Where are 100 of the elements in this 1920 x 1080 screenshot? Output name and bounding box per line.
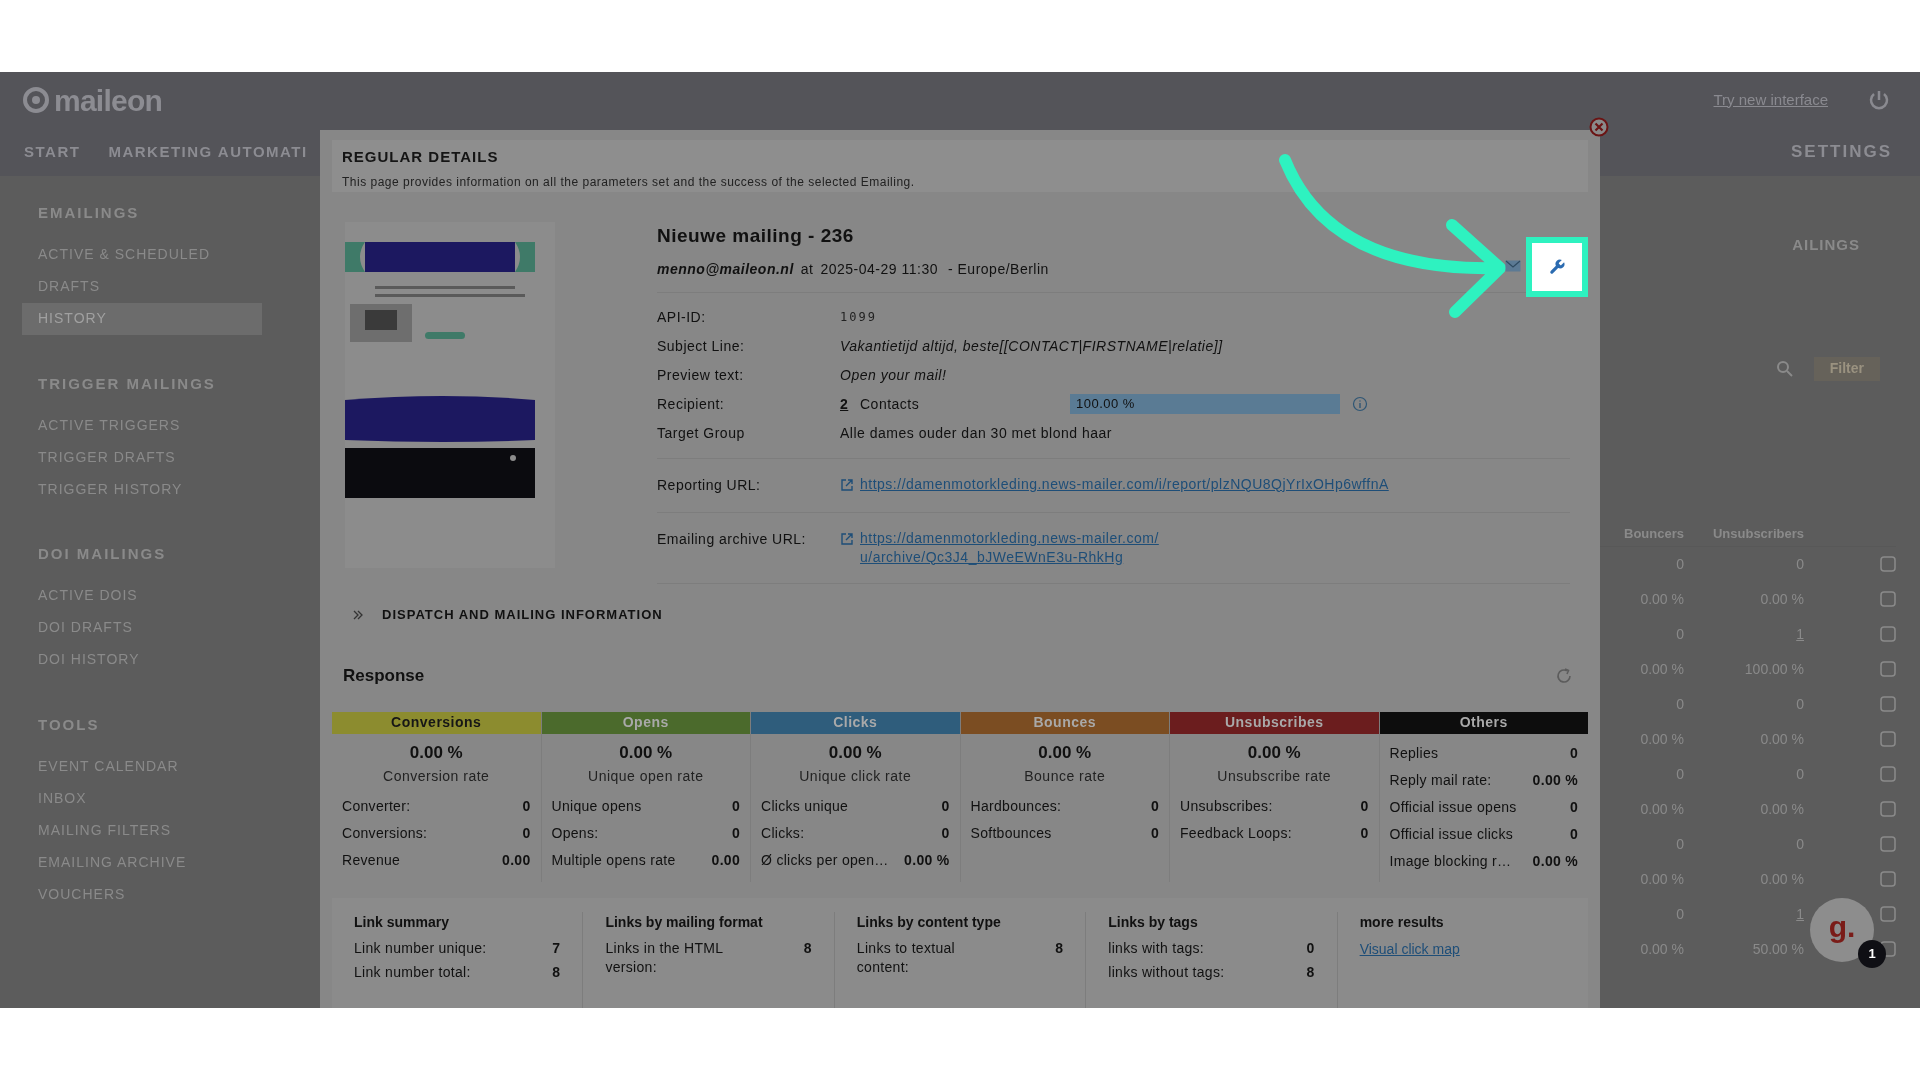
links-heading: Links by tags (1108, 912, 1199, 932)
stat-label: Multiple opens rate (551, 851, 676, 870)
stat-value: 0 (731, 824, 740, 843)
chat-logo: g. (1828, 908, 1856, 945)
detail-label: Recipient: (657, 394, 726, 414)
stat-value: 0 (1569, 824, 1578, 844)
stat-value: 0 (1150, 797, 1159, 816)
stat-label: Softbounces (970, 824, 1052, 843)
links-label: Link number unique: (354, 938, 487, 958)
stat-label: Converter: (342, 797, 411, 816)
response-heading: Response (343, 664, 425, 687)
links-value: 8 (1306, 962, 1315, 982)
stat-label: Conversions: (342, 824, 428, 843)
stat-category-header: Bounces (960, 711, 1169, 734)
stat-value: 0 (731, 797, 740, 816)
links-heading: Links by mailing format (605, 912, 764, 932)
stat-category-header: Unsubscribes (1170, 711, 1379, 734)
stat-label: Unique opens (551, 797, 642, 816)
stat-category-header: Clicks (751, 711, 960, 734)
links-value: 8 (803, 938, 812, 958)
progress-reading: 100.00 % (1076, 395, 1135, 414)
detail-value: Open your mail! (840, 365, 947, 385)
stat-rate-label: Unsubscribe rate (1217, 767, 1332, 786)
recipient-unit: Contacts (860, 394, 921, 414)
links-label: Links to textual content: (856, 938, 956, 977)
stat-category-header: Others (1379, 711, 1588, 734)
stat-rate: 0.00 % (1038, 741, 1092, 764)
stat-value: 0 (522, 824, 531, 843)
notification-badge: 1 (1858, 940, 1886, 968)
stat-label: Clicks unique (761, 797, 849, 816)
dialog-title: REGULAR DETAILS (342, 147, 500, 167)
stat-label: Hardbounces: (970, 797, 1062, 816)
links-heading: more results (1359, 912, 1445, 932)
stat-category-header: Opens (541, 711, 750, 734)
stat-value: 0.00 % (1532, 770, 1578, 790)
timezone: - Europe/Berlin (947, 259, 1049, 279)
nav-tab[interactable]: START (24, 140, 81, 164)
detail-label: Preview text: (657, 365, 745, 385)
links-value: 8 (552, 962, 561, 982)
stat-rate-label: Conversion rate (383, 767, 490, 786)
url-link[interactable]: https://damenmotorkleding.news-mailer.com/i/report/plzNQU8QjYrIxOHp6wffnA (860, 474, 1389, 496)
stat-rate-label: Unique open rate (588, 767, 704, 786)
detail-value: 1099 (840, 309, 877, 326)
at-text: at (800, 259, 814, 279)
stat-value: 0 (1569, 743, 1578, 763)
stat-rate-label: Bounce rate (1024, 767, 1106, 786)
stat-label: Unsubscribes: (1180, 797, 1273, 816)
detail-label: Target Group (657, 423, 746, 443)
stat-rate-label: Unique click rate (799, 767, 912, 786)
detail-label: API-ID: (657, 307, 707, 327)
nav-tab[interactable]: MARKETING AUTOMATI (108, 140, 308, 164)
links-value: 7 (552, 938, 561, 958)
links-heading: Links by content type (856, 912, 1002, 932)
stat-value: 0 (941, 824, 950, 843)
stat-label: Revenue (342, 851, 401, 870)
logo-text: maileon (54, 82, 163, 119)
links-label: links with tags: (1108, 938, 1205, 958)
url-link[interactable]: https://damenmotorkleding.news-mailer.com/u/archive/Qc3J4_bJWeEWnE3u-RhkHg (860, 528, 1160, 567)
recipient-count[interactable]: 2 (840, 393, 854, 415)
stat-category-header: Conversions (332, 711, 541, 734)
dispatch-toggle[interactable]: DISPATCH AND MAILING INFORMATION (382, 604, 663, 625)
stat-label: Opens: (551, 824, 599, 843)
stat-label: Official issue clicks (1389, 824, 1513, 844)
mailing-name: Nieuwe mailing - 236 (657, 224, 855, 248)
stat-label: Official issue opens (1389, 797, 1517, 817)
click-map-link[interactable]: Visual click map (1359, 938, 1460, 960)
stat-rate: 0.00 % (1247, 741, 1301, 764)
stat-value: 0.00 (502, 851, 531, 870)
stat-rate: 0.00 % (409, 741, 463, 764)
stat-label: Reply mail rate: (1389, 770, 1492, 790)
stat-label: Ø clicks per open… (761, 851, 889, 870)
links-label: Link number total: (354, 962, 471, 982)
stat-value: 0 (941, 797, 950, 816)
detail-value: Vakantietijd altijd, beste[[CONTACT|FIRSTNAME|relatie]] (840, 336, 1223, 356)
stat-label: Feedback Loops: (1180, 824, 1292, 843)
stat-label: Replies (1389, 743, 1439, 763)
stat-label: Image blocking r… (1389, 851, 1512, 871)
stat-value: 0 (522, 797, 531, 816)
stat-rate: 0.00 % (828, 741, 882, 764)
stat-value: 0.00 % (904, 851, 950, 870)
stat-rate: 0.00 % (619, 741, 673, 764)
stat-value: 0.00 (711, 851, 740, 870)
stat-value: 0 (1150, 824, 1159, 843)
stat-value: 0 (1569, 797, 1578, 817)
nav-tab[interactable]: SETTINGS (1791, 139, 1892, 165)
url-label: Reporting URL: (657, 475, 762, 495)
stat-label: Clicks: (761, 824, 805, 843)
links-label: Links in the HTML version: (605, 938, 724, 977)
links-heading: Link summary (354, 912, 450, 932)
links-label: links without tags: (1108, 962, 1225, 982)
links-value: 0 (1306, 938, 1315, 958)
stat-value: 0 (1360, 797, 1369, 816)
url-label: Emailing archive URL: (657, 529, 807, 549)
dialog-description: This page provides information on all the parameters set and the success of the selected Emailing. (342, 173, 916, 191)
sender-email: menno@maileon.nl (657, 259, 794, 279)
stat-value: 0.00 % (1532, 851, 1578, 871)
detail-value: Alle dames ouder dan 30 met blond haar (840, 423, 1112, 443)
links-value: 8 (1055, 938, 1064, 958)
stat-value: 0 (1360, 824, 1369, 843)
send-date: 2025-04-29 11:30 (820, 259, 938, 279)
